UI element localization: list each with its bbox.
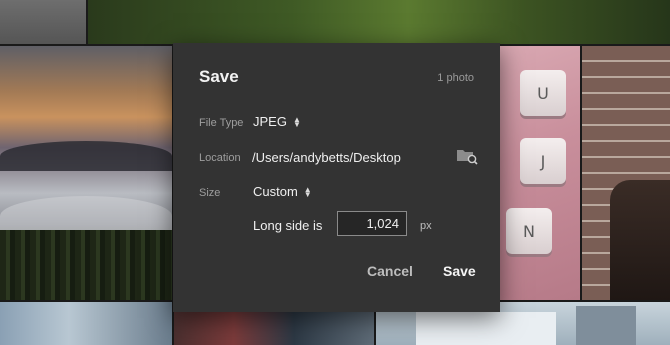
updown-chevron-icon: ▲ ▼ (292, 115, 301, 129)
save-dialog: Save 1 photo File Type JPEG ▲ ▼ Location … (173, 43, 500, 312)
file-type-select[interactable]: JPEG ▲ ▼ (253, 114, 301, 129)
long-side-label: Long side is (253, 218, 323, 233)
folder-search-icon[interactable] (456, 147, 478, 165)
save-button[interactable]: Save (443, 263, 476, 279)
photo-thumbnail-bricks (582, 46, 670, 300)
long-side-input[interactable] (337, 211, 407, 236)
photo-thumbnail (88, 0, 670, 44)
file-type-label: File Type (199, 117, 244, 129)
size-value: Custom (253, 184, 298, 199)
photo-thumbnail-keyboard: U J N (500, 46, 580, 300)
cancel-button[interactable]: Cancel (367, 263, 413, 279)
location-path: /Users/andybetts/Desktop (252, 150, 401, 165)
photo-thumbnail-landscape (0, 46, 172, 300)
photo-count: 1 photo (437, 72, 474, 84)
dialog-title: Save (199, 67, 239, 86)
unit-label: px (420, 220, 432, 232)
updown-chevron-icon: ▲ ▼ (303, 185, 312, 199)
keyboard-key: N (506, 208, 552, 254)
photo-thumbnail (0, 302, 172, 345)
keyboard-key: J (520, 138, 566, 184)
location-label: Location (199, 152, 241, 164)
keyboard-key: U (520, 70, 566, 116)
photo-thumbnail (0, 0, 86, 44)
file-type-value: JPEG (253, 114, 287, 129)
size-label: Size (199, 187, 221, 199)
size-select[interactable]: Custom ▲ ▼ (253, 184, 312, 199)
